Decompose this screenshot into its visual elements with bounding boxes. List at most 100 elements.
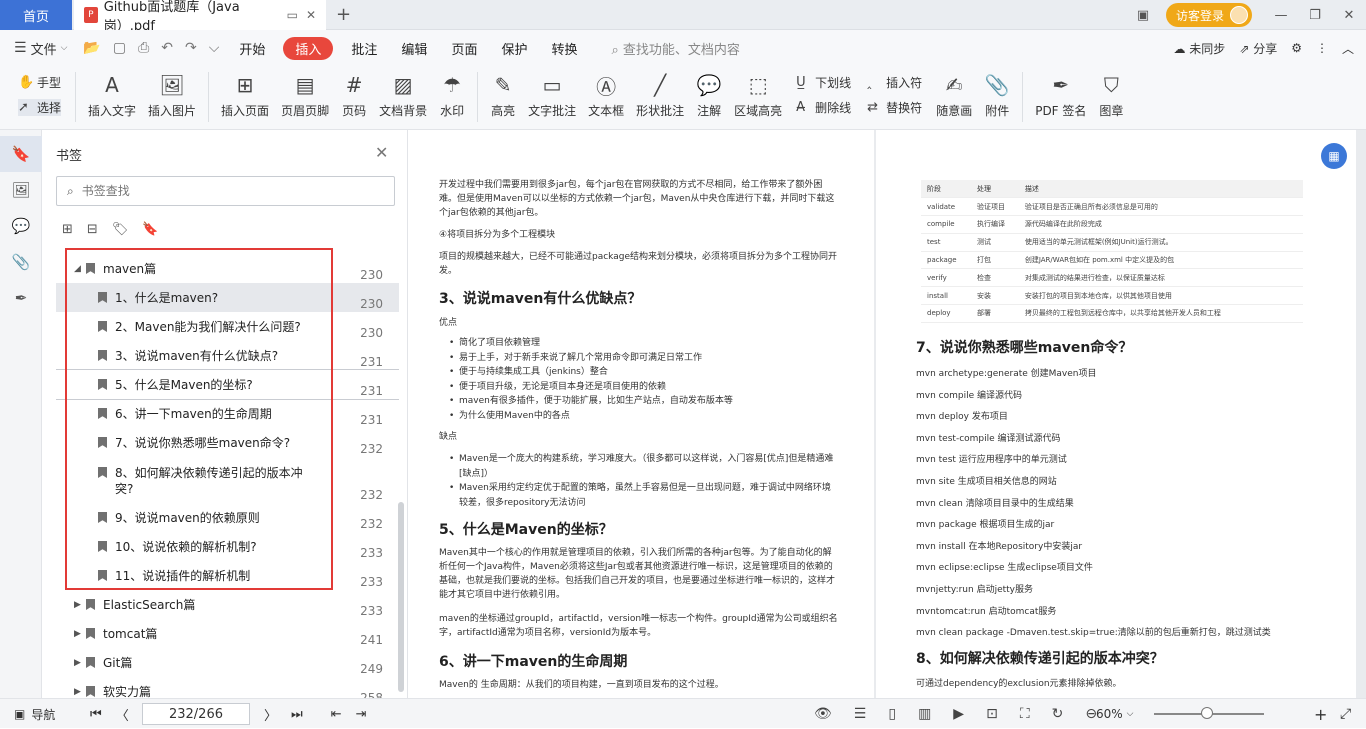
page-number-button[interactable]: # 页码 (341, 72, 367, 119)
layout-icon[interactable]: ▣ (1126, 8, 1160, 23)
bookmark-search[interactable]: ⌕ (56, 176, 395, 206)
menu-convert[interactable]: 转换 (551, 39, 577, 58)
bookmark-item[interactable]: ▶ tomcat篇 241 (56, 619, 399, 648)
insert-page-button[interactable]: ⊞ 插入页面 (221, 72, 269, 119)
freehand-button[interactable]: ✍ 随意画 (936, 72, 972, 119)
bookmark-item[interactable]: ▶ ElasticSearch篇 233 (56, 590, 399, 619)
collapsed-arrow-icon[interactable]: ▶ (74, 600, 86, 610)
menu-protect[interactable]: 保护 (501, 39, 527, 58)
header-footer-button[interactable]: ▤ 页眉页脚 (281, 72, 329, 119)
more-icon[interactable]: ⌵ (209, 40, 220, 56)
bookmark-item[interactable]: 9、说说maven的依赖原则 232 (56, 503, 399, 532)
insert-text-button[interactable]: A 插入文字 (88, 72, 136, 119)
hand-tool[interactable]: ✋ 手型 (18, 74, 61, 91)
textbox-button[interactable]: Ⓐ 文本框 (588, 72, 624, 119)
insert-symbol-button[interactable]: ‸ 插入符 (867, 74, 922, 91)
select-tool[interactable]: ➚ 选择 (18, 99, 62, 116)
menu-comment[interactable]: 批注 (351, 39, 377, 58)
bookmark-item[interactable]: 11、说说插件的解析机制 233 (56, 561, 399, 590)
prev-page-icon[interactable]: 〈 (116, 705, 129, 724)
file-menu[interactable]: 文件 (31, 39, 57, 58)
redo-icon[interactable]: ↷ (185, 40, 197, 56)
single-page-icon[interactable]: ▯ (888, 706, 896, 722)
collapsed-arrow-icon[interactable]: ▶ (74, 687, 86, 697)
highlight-button[interactable]: ✎ 高亮 (490, 72, 516, 119)
bookmark-item[interactable]: 8、如何解决依赖传递引起的版本冲突? 232 (56, 457, 399, 503)
new-tab-button[interactable]: + (336, 4, 351, 25)
bookmark-item[interactable]: ◢ maven篇 230 (56, 254, 399, 283)
close-icon[interactable]: ✕ (375, 143, 388, 162)
double-page-icon[interactable]: ▥ (918, 706, 931, 722)
stamp-button[interactable]: ⛉ 图章 (1098, 72, 1124, 119)
function-search[interactable]: ⌕ 查找功能、文档内容 (611, 39, 739, 58)
strikethrough-button[interactable]: A̶ 删除线 (796, 99, 851, 116)
area-highlight-button[interactable]: ⬚ 区域高亮 (734, 72, 782, 119)
print-icon[interactable]: ⎙ (138, 40, 149, 56)
bookmark-item[interactable]: ▶ 软实力篇 258 (56, 677, 399, 699)
doc-background-button[interactable]: ▨ 文档背景 (379, 72, 427, 119)
watermark-button[interactable]: ☂ 水印 (439, 72, 465, 119)
zoom-slider-handle[interactable] (1201, 707, 1213, 719)
bookmark-item[interactable]: ▶ Git篇 249 (56, 648, 399, 677)
bookmark-add-icon[interactable]: 🏷 (112, 222, 129, 237)
pdf-sign-button[interactable]: ✒ PDF 签名 (1035, 72, 1086, 119)
menu-edit[interactable]: 编辑 (401, 39, 427, 58)
undo-icon[interactable]: ↶ (161, 40, 173, 56)
more-options-icon[interactable]: ⋮ (1316, 41, 1328, 55)
guest-login-button[interactable]: 访客登录 (1165, 3, 1252, 27)
close-window-icon[interactable]: ✕ (1332, 8, 1366, 23)
back-icon[interactable]: ⇤ (331, 707, 342, 722)
bookmark-item[interactable]: 1、什么是maven? 230 (56, 283, 399, 312)
zoom-in-icon[interactable]: + (1314, 699, 1327, 729)
document-tab[interactable]: P Github面试题库（Java岗）.pdf ▭ ✕ (74, 0, 326, 34)
annotation-button[interactable]: 💬 注解 (696, 72, 722, 119)
floating-tool-icon[interactable]: ▦ (1321, 143, 1347, 169)
forward-icon[interactable]: ⇥ (356, 707, 367, 722)
bookmark-icon[interactable]: 🔖 (142, 222, 158, 237)
menu-start[interactable]: 开始 (239, 39, 265, 58)
shape-comment-button[interactable]: ╱ 形状批注 (636, 72, 684, 119)
share-button[interactable]: ⇗ 分享 (1239, 40, 1277, 57)
insert-image-button[interactable]: 🖼 插入图片 (148, 72, 196, 119)
save-icon[interactable]: ▢ (113, 40, 126, 56)
comment-panel-icon[interactable]: 💬 (0, 208, 42, 244)
actual-size-icon[interactable]: ⊡ (986, 706, 998, 722)
menu-page[interactable]: 页面 (451, 39, 477, 58)
attachment-panel-icon[interactable]: 📎 (0, 244, 42, 280)
restore-icon[interactable]: ❐ (1298, 8, 1332, 23)
next-page-icon[interactable]: 〉 (264, 705, 277, 724)
chevron-down-icon[interactable]: ⌵ (61, 43, 68, 53)
underline-button[interactable]: U̲ 下划线 (796, 74, 851, 91)
bookmark-item[interactable]: 7、说说你熟悉哪些maven命令? 232 (56, 428, 399, 457)
fullscreen-icon[interactable]: ⤢ (1340, 699, 1351, 729)
text-comment-button[interactable]: ▭ 文字批注 (528, 72, 576, 119)
bookmark-item[interactable]: 3、说说maven有什么优缺点? 231 (56, 341, 399, 370)
thumbnail-panel-icon[interactable]: 🖼 (0, 172, 42, 208)
home-tab[interactable]: 首页 (0, 0, 72, 30)
last-page-icon[interactable]: ⏭ (291, 707, 303, 722)
settings-icon[interactable]: ⚙ (1291, 41, 1302, 55)
play-icon[interactable]: ▶ (953, 706, 964, 722)
bookmark-item[interactable]: 10、说说依赖的解析机制? 233 (56, 532, 399, 561)
collapsed-arrow-icon[interactable]: ▶ (74, 658, 86, 668)
continuous-view-icon[interactable]: ☰ (854, 706, 867, 722)
bookmark-item[interactable]: 5、什么是Maven的坐标? 231 (56, 369, 399, 400)
pin-icon[interactable]: ▭ (287, 8, 298, 22)
bookmark-item[interactable]: 2、Maven能为我们解决什么问题? 230 (56, 312, 399, 341)
signature-panel-icon[interactable]: ✒ (0, 280, 42, 316)
zoom-level[interactable]: 60% ⌵ (1096, 699, 1134, 729)
replace-symbol-button[interactable]: ⇄ 替换符 (867, 99, 922, 116)
add-bookmark-icon[interactable]: ⊞ (62, 222, 73, 237)
remove-bookmark-icon[interactable]: ⊟ (87, 222, 98, 237)
nav-toggle[interactable]: ▣ 导航 (14, 699, 55, 729)
sync-status[interactable]: ☁ 未同步 (1173, 40, 1225, 57)
expanded-arrow-icon[interactable]: ◢ (74, 264, 86, 274)
minimize-icon[interactable]: — (1264, 8, 1298, 23)
panel-scrollbar[interactable] (398, 502, 404, 692)
first-page-icon[interactable]: ⏮ (90, 707, 102, 722)
eye-icon[interactable]: 👁 (814, 706, 832, 722)
menu-insert[interactable]: 插入 (283, 36, 334, 60)
attachment-button[interactable]: 📎 附件 (984, 72, 1010, 119)
bookmark-search-input[interactable] (81, 184, 362, 198)
hamburger-icon[interactable]: ☰ (14, 40, 27, 56)
